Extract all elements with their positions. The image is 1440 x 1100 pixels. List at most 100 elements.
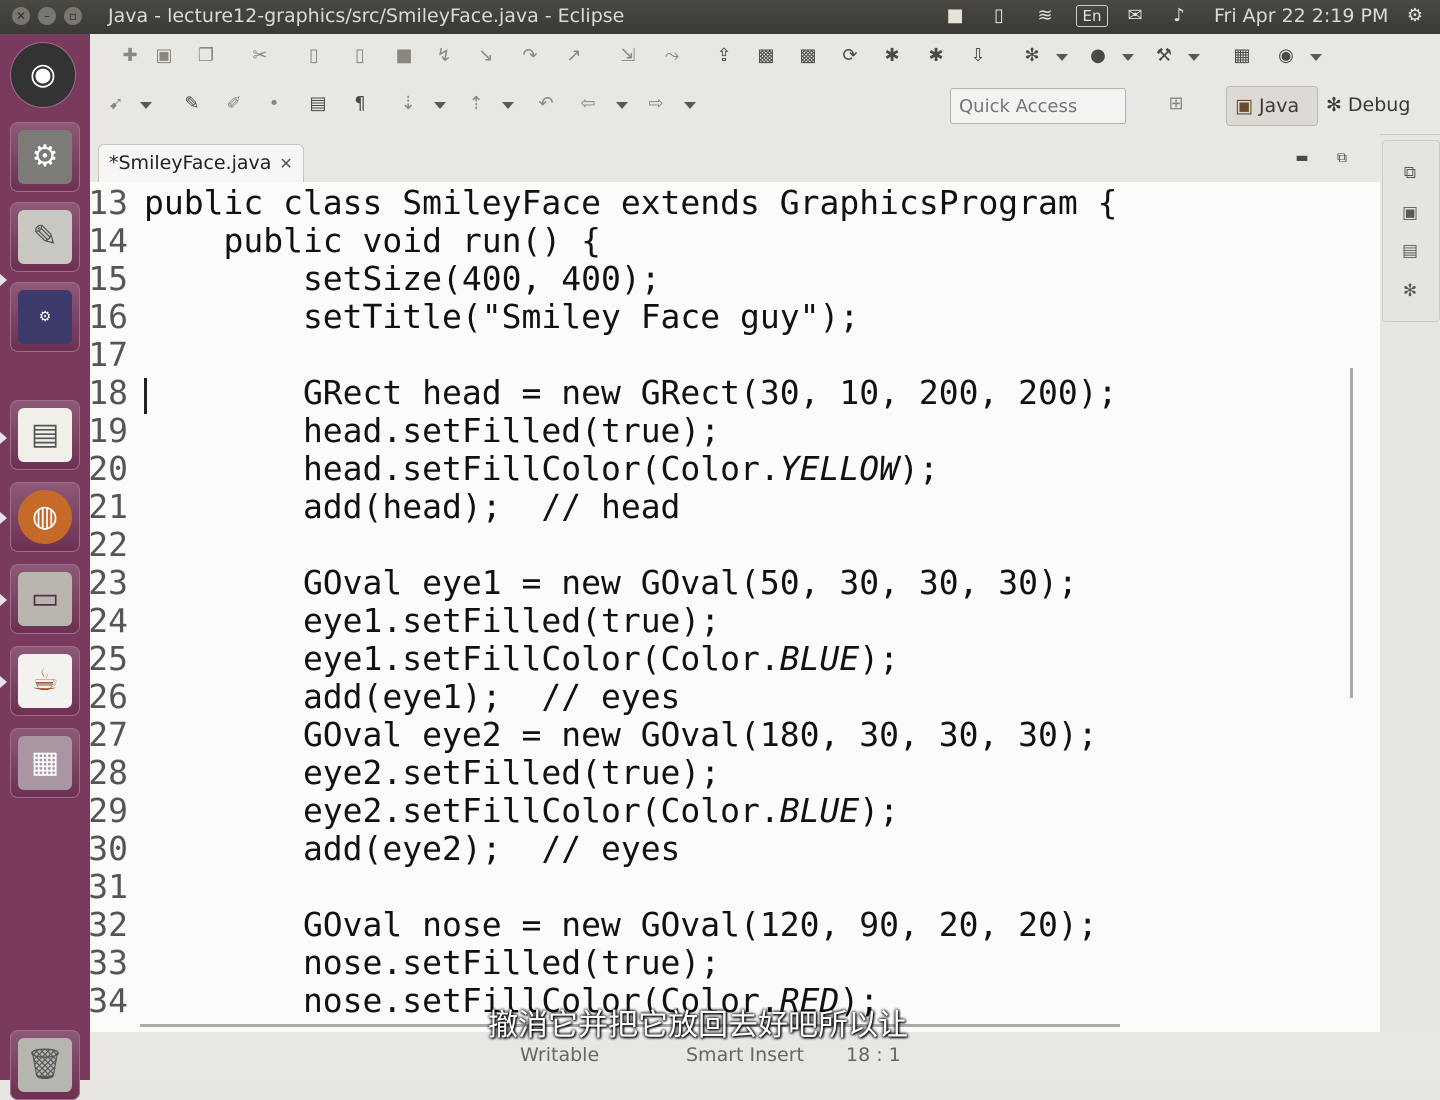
show-whitespace-icon[interactable]: ¶ — [348, 92, 372, 116]
code-editor[interactable]: 13 public class SmileyFace extends Graphi… — [90, 182, 1380, 1032]
restore-icon[interactable]: ⧉ — [1397, 161, 1423, 185]
debug-bug-icon[interactable]: ✻ — [1020, 44, 1044, 68]
volume-icon[interactable]: ♪ — [1168, 6, 1190, 26]
dash-home-button[interactable]: ◉ — [10, 42, 76, 108]
block-selection-icon[interactable]: ▤ — [306, 92, 330, 116]
previous-annotation-dropdown-caret[interactable] — [502, 102, 514, 109]
mail-icon[interactable]: ✉ — [1124, 6, 1146, 26]
code-line[interactable]: 16 setTitle("Smiley Face guy"); — [90, 298, 1350, 336]
next-annotation-icon[interactable]: ⇣ — [396, 92, 420, 116]
toggle-highlight-icon[interactable]: ✐ — [222, 92, 246, 116]
step-into-icon[interactable]: ↘ — [474, 44, 498, 68]
drop-to-frame-icon[interactable]: ⇲ — [616, 44, 640, 68]
code-line[interactable]: 21 add(head); // head — [90, 488, 1350, 526]
new-icon[interactable]: ✚ — [118, 44, 142, 68]
phone-icon[interactable]: ▯ — [988, 6, 1010, 26]
launcher-system-settings[interactable]: ⚙ — [10, 122, 80, 192]
last-edit-location-icon[interactable]: ↶ — [534, 92, 558, 116]
code-line[interactable]: 26 add(eye1); // eyes — [90, 678, 1350, 716]
cut-icon[interactable]: ✂ — [248, 44, 272, 68]
launcher-presentation[interactable]: ▤ — [10, 400, 80, 470]
open-task-icon[interactable]: ➹ — [104, 92, 128, 116]
code-line[interactable]: 27 GOval eye2 = new GOval(180, 30, 30, 3… — [90, 716, 1350, 754]
paste-icon[interactable]: ▯ — [348, 44, 372, 68]
external-tools-dropdown-caret[interactable] — [1188, 54, 1200, 61]
run-figure-2-icon[interactable]: ✱ — [924, 44, 948, 68]
code-line[interactable]: 33 nose.setFilled(true); — [90, 944, 1350, 982]
use-step-filters-icon[interactable]: ⤳ — [660, 44, 684, 68]
new-java-package-icon[interactable]: ▦ — [1230, 44, 1254, 68]
close-tab-icon[interactable]: ✕ — [279, 154, 292, 173]
code-line[interactable]: 23 GOval eye1 = new GOval(50, 30, 30, 30… — [90, 564, 1350, 602]
close-window-button[interactable]: ✕ — [12, 7, 30, 25]
task-list-icon[interactable]: ▤ — [1397, 239, 1423, 263]
code-line[interactable]: 17 — [90, 336, 1350, 374]
next-annotation-dropdown-caret[interactable] — [434, 102, 446, 109]
debug-dropdown-caret[interactable] — [1056, 54, 1068, 61]
back-icon[interactable]: ⇦ — [576, 92, 600, 116]
deploy-icon[interactable]: ⇩ — [966, 44, 990, 68]
code-line[interactable]: 20 head.setFillColor(Color.YELLOW); — [90, 450, 1350, 488]
open-task-dropdown-caret[interactable] — [140, 102, 152, 109]
code-line[interactable]: 19 head.setFilled(true); — [90, 412, 1350, 450]
open-perspective-icon[interactable]: ⊞ — [1164, 92, 1188, 116]
run-dropdown-caret[interactable] — [1122, 54, 1134, 61]
wifi-icon[interactable]: ≋ — [1034, 6, 1056, 26]
step-over-icon[interactable]: ↷ — [518, 44, 542, 68]
step-return-icon[interactable]: ↗ — [562, 44, 586, 68]
refresh-icon[interactable]: ⟳ — [838, 44, 862, 68]
code-line[interactable]: 14 public void run() { — [90, 222, 1350, 260]
code-line[interactable]: 32 GOval nose = new GOval(120, 90, 20, 2… — [90, 906, 1350, 944]
launcher-firefox[interactable]: ◍ — [10, 482, 80, 552]
code-line[interactable]: 30 add(eye2); // eyes — [90, 830, 1350, 868]
save-icon[interactable]: ▣ — [152, 44, 176, 68]
launcher-workspace-switcher[interactable]: ▦ — [10, 728, 80, 798]
back-dropdown-caret[interactable] — [616, 102, 628, 109]
new-java-class-icon[interactable]: ◉ — [1274, 44, 1298, 68]
code-line[interactable]: 15 setSize(400, 400); — [90, 260, 1350, 298]
open-type-icon[interactable]: ⇪ — [712, 44, 736, 68]
forward-dropdown-caret[interactable] — [684, 102, 696, 109]
run-figure-icon[interactable]: ✱ — [880, 44, 904, 68]
vertical-scrollbar[interactable] — [1350, 368, 1353, 698]
disconnect-icon[interactable]: ↯ — [432, 44, 456, 68]
code-line[interactable]: 28 eye2.setFilled(true); — [90, 754, 1350, 792]
save-all-icon[interactable]: ❐ — [194, 44, 218, 68]
terminate-icon[interactable]: ■ — [392, 44, 416, 68]
java-perspective-button[interactable]: ▣ Java — [1226, 86, 1318, 126]
debug-perspective-button[interactable]: ✻ Debug — [1326, 86, 1426, 124]
launcher-java[interactable]: ☕ — [10, 646, 80, 716]
external-tools-icon[interactable]: ⚒ — [1152, 44, 1176, 68]
code-line[interactable]: 13 public class SmileyFace extends Graphi… — [90, 184, 1350, 222]
code-line[interactable]: 24 eye1.setFilled(true); — [90, 602, 1350, 640]
code-line[interactable]: 29 eye2.setFillColor(Color.BLUE); — [90, 792, 1350, 830]
debug-view-icon[interactable]: ✻ — [1397, 279, 1423, 303]
launcher-eclipse[interactable]: ⚙ — [10, 282, 80, 352]
copy-icon[interactable]: ▯ — [302, 44, 326, 68]
code-line[interactable]: 31 — [90, 868, 1350, 906]
launcher-remote-desktop[interactable]: ▭ — [10, 564, 80, 634]
code-line[interactable]: 25 eye1.setFillColor(Color.BLUE); — [90, 640, 1350, 678]
forward-icon[interactable]: ⇨ — [644, 92, 668, 116]
toggle-breadcrumb-icon[interactable]: • — [262, 92, 286, 116]
power-gear-icon[interactable]: ⚙ — [1404, 6, 1426, 26]
new-class-dropdown-caret[interactable] — [1310, 54, 1322, 61]
outline-view-icon[interactable]: ▣ — [1397, 201, 1423, 225]
code-line[interactable]: 22 — [90, 526, 1350, 564]
editor-tab-smileyface[interactable]: *SmileyFace.java ✕ — [98, 144, 304, 183]
image-icon[interactable]: ▩ — [754, 44, 778, 68]
code-line[interactable]: 18 GRect head = new GRect(30, 10, 200, 2… — [90, 374, 1350, 412]
previous-annotation-icon[interactable]: ⇡ — [464, 92, 488, 116]
quick-access-input[interactable] — [950, 88, 1126, 124]
run-icon[interactable]: ● — [1086, 44, 1110, 68]
camera-icon[interactable]: ■ — [944, 6, 966, 26]
maximize-editor-icon[interactable]: ⧉ — [1330, 146, 1354, 170]
launcher-trash[interactable]: 🗑 — [10, 1030, 80, 1100]
minimize-window-button[interactable]: – — [38, 7, 56, 25]
toggle-mark-occurrences-icon[interactable]: ✎ — [180, 92, 204, 116]
minimize-editor-icon[interactable]: ▬ — [1290, 146, 1314, 170]
palette-icon[interactable]: ▩ — [796, 44, 820, 68]
maximize-window-button[interactable]: ▫ — [64, 7, 82, 25]
launcher-tools[interactable]: ✎ — [10, 202, 80, 272]
clock[interactable]: Fri Apr 22 2:19 PM — [1214, 5, 1388, 27]
